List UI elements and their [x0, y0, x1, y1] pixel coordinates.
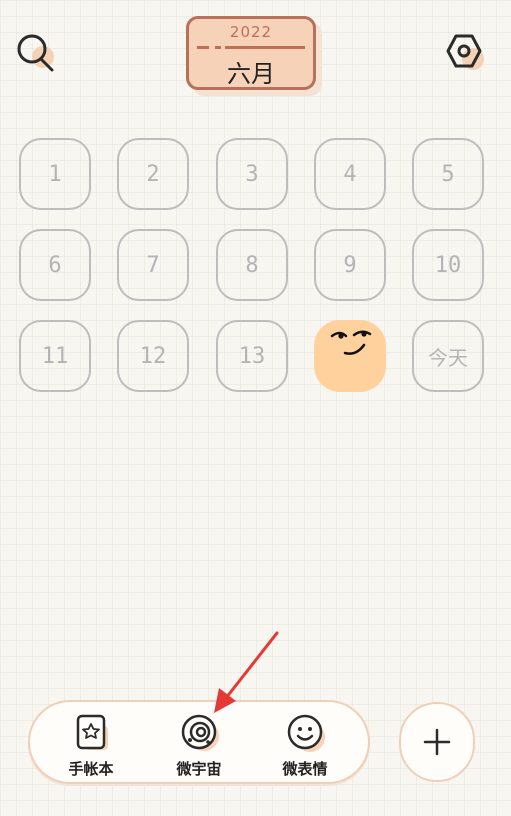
day-cell[interactable]: 11	[19, 320, 91, 392]
day-cell[interactable]: 13	[216, 320, 288, 392]
day-cell[interactable]: 6	[19, 229, 91, 301]
day-cell[interactable]: 2	[117, 138, 189, 210]
settings-icon	[446, 34, 482, 68]
smile-face-icon	[287, 714, 325, 752]
day-cell[interactable]: 10	[412, 229, 484, 301]
plus-icon	[423, 728, 451, 756]
tab-label: 手帐本	[68, 760, 114, 778]
settings-button[interactable]	[442, 30, 486, 74]
smirk-face-icon	[330, 330, 372, 355]
day-cell[interactable]: 4	[314, 138, 386, 210]
month-label: 六月	[227, 60, 275, 88]
day-cell[interactable]: 1	[19, 138, 91, 210]
tab-expressions[interactable]: 微表情	[260, 710, 350, 780]
search-icon	[17, 34, 54, 72]
tab-label: 微表情	[282, 760, 328, 778]
today-cell[interactable]: 今天	[412, 320, 484, 392]
divider	[197, 46, 305, 49]
year-label: 2022	[229, 23, 273, 41]
day-cell-mood[interactable]	[314, 320, 386, 392]
day-cell[interactable]: 3	[216, 138, 288, 210]
day-cell[interactable]: 12	[117, 320, 189, 392]
tab-label: 微宇宙	[176, 760, 222, 778]
day-cell[interactable]: 5	[412, 138, 484, 210]
day-cell[interactable]: 7	[117, 229, 189, 301]
planet-icon	[181, 714, 219, 751]
add-button[interactable]	[399, 702, 475, 782]
notebook-icon	[76, 714, 108, 750]
bottom-tab-bar: 手帐本 微宇宙 微表情	[28, 700, 370, 784]
day-cell[interactable]: 8	[216, 229, 288, 301]
annotation-arrow	[214, 631, 279, 713]
month-selector[interactable]: 2022 六月	[186, 16, 316, 90]
day-cell[interactable]: 9	[314, 229, 386, 301]
tab-notebook[interactable]: 手帐本	[46, 710, 136, 780]
tab-universe[interactable]: 微宇宙	[154, 710, 244, 780]
search-button[interactable]	[14, 30, 58, 74]
